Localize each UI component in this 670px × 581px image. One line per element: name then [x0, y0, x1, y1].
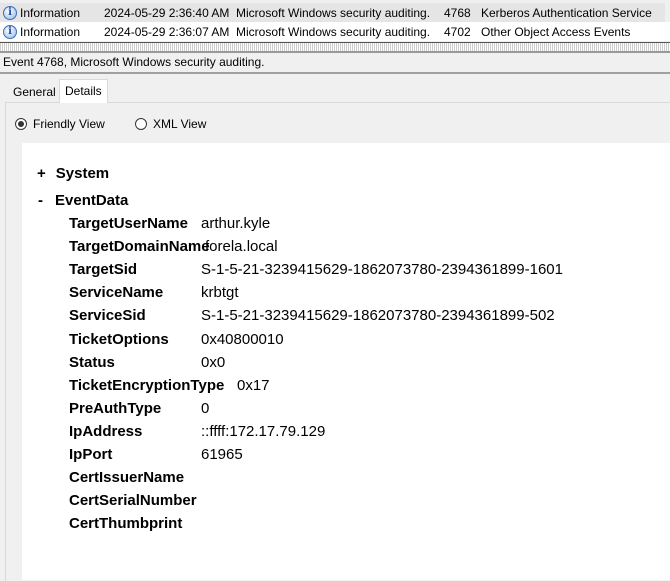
field-value: 0x40800010	[201, 330, 284, 348]
information-icon: i	[3, 24, 17, 39]
level: Information	[20, 5, 81, 20]
task-category: Kerberos Authentication Service	[481, 5, 652, 20]
event-row[interactable]: i Information 2024-05-29 2:36:07 AM Micr…	[0, 22, 670, 41]
friendly-view-label: Friendly View	[33, 117, 105, 131]
xml-view-radio[interactable]: XML View	[135, 117, 206, 131]
field-name: TargetDomainName	[69, 238, 210, 256]
system-label: System	[55, 165, 110, 182]
level: Information	[20, 24, 81, 39]
field-name: IpAddress	[69, 422, 143, 440]
tab-general[interactable]: General	[8, 81, 61, 101]
field-value: ::ffff:172.17.79.129	[201, 422, 326, 440]
event-id: 4702	[444, 24, 471, 39]
source: Microsoft Windows security auditing.	[236, 5, 431, 20]
field-value: S-1-5-21-3239415629-1862073780-239436189…	[201, 261, 563, 279]
divider	[0, 72, 670, 74]
field-value: 61965	[201, 446, 243, 463]
field-name: Status	[69, 353, 115, 371]
field-value: 0x17	[237, 376, 270, 394]
field-name: TargetSid	[69, 261, 138, 279]
field-name: TicketOptions	[69, 330, 169, 348]
event-title: Event 4768, Microsoft Windows security a…	[3, 55, 265, 69]
event-id: 4768	[444, 5, 471, 20]
eventdata-label: EventData	[55, 192, 129, 209]
expand-icon[interactable]: +	[37, 165, 46, 182]
pane-splitter[interactable]	[0, 42, 670, 53]
xml-view-label: XML View	[153, 117, 207, 131]
date: 2024-05-29 2:36:40 AM	[104, 5, 230, 20]
field-name: TicketEncryptionType	[69, 376, 225, 394]
tab-details[interactable]: Details	[59, 79, 108, 103]
information-icon: i	[3, 5, 17, 20]
eventdata-node[interactable]: - EventData	[38, 192, 128, 209]
field-value: forela.local	[205, 238, 278, 256]
field-name: ServiceSid	[69, 307, 146, 325]
event-row[interactable]: i Information 2024-05-29 2:36:40 AM Micr…	[0, 3, 665, 22]
field-value: 0x0	[201, 353, 226, 371]
radio-selected-icon	[15, 118, 27, 130]
field-name: PreAuthType	[69, 399, 162, 417]
system-node[interactable]: + System	[37, 165, 109, 182]
source: Microsoft Windows security auditing.	[236, 24, 431, 39]
date: 2024-05-29 2:36:07 AM	[104, 24, 230, 39]
radio-icon	[135, 118, 147, 130]
field-value: 0	[201, 399, 210, 417]
field-value: krbtgt	[201, 284, 239, 302]
field-value: S-1-5-21-3239415629-1862073780-239436189…	[201, 307, 555, 325]
field-name: IpPort	[69, 446, 113, 463]
collapse-icon[interactable]: -	[38, 192, 43, 209]
task-category: Other Object Access Events	[481, 24, 631, 39]
field-name: TargetUserName	[69, 215, 188, 232]
field-name: ServiceName	[69, 284, 164, 302]
field-value: arthur.kyle	[201, 215, 271, 232]
field-name: CertSerialNumber	[69, 492, 197, 510]
field-name: CertIssuerName	[69, 469, 185, 487]
field-name: CertThumbprint	[69, 515, 183, 533]
friendly-view-content: + System - EventData TargetUserName arthur.…	[22, 143, 670, 580]
friendly-view-radio[interactable]: Friendly View	[15, 117, 105, 131]
